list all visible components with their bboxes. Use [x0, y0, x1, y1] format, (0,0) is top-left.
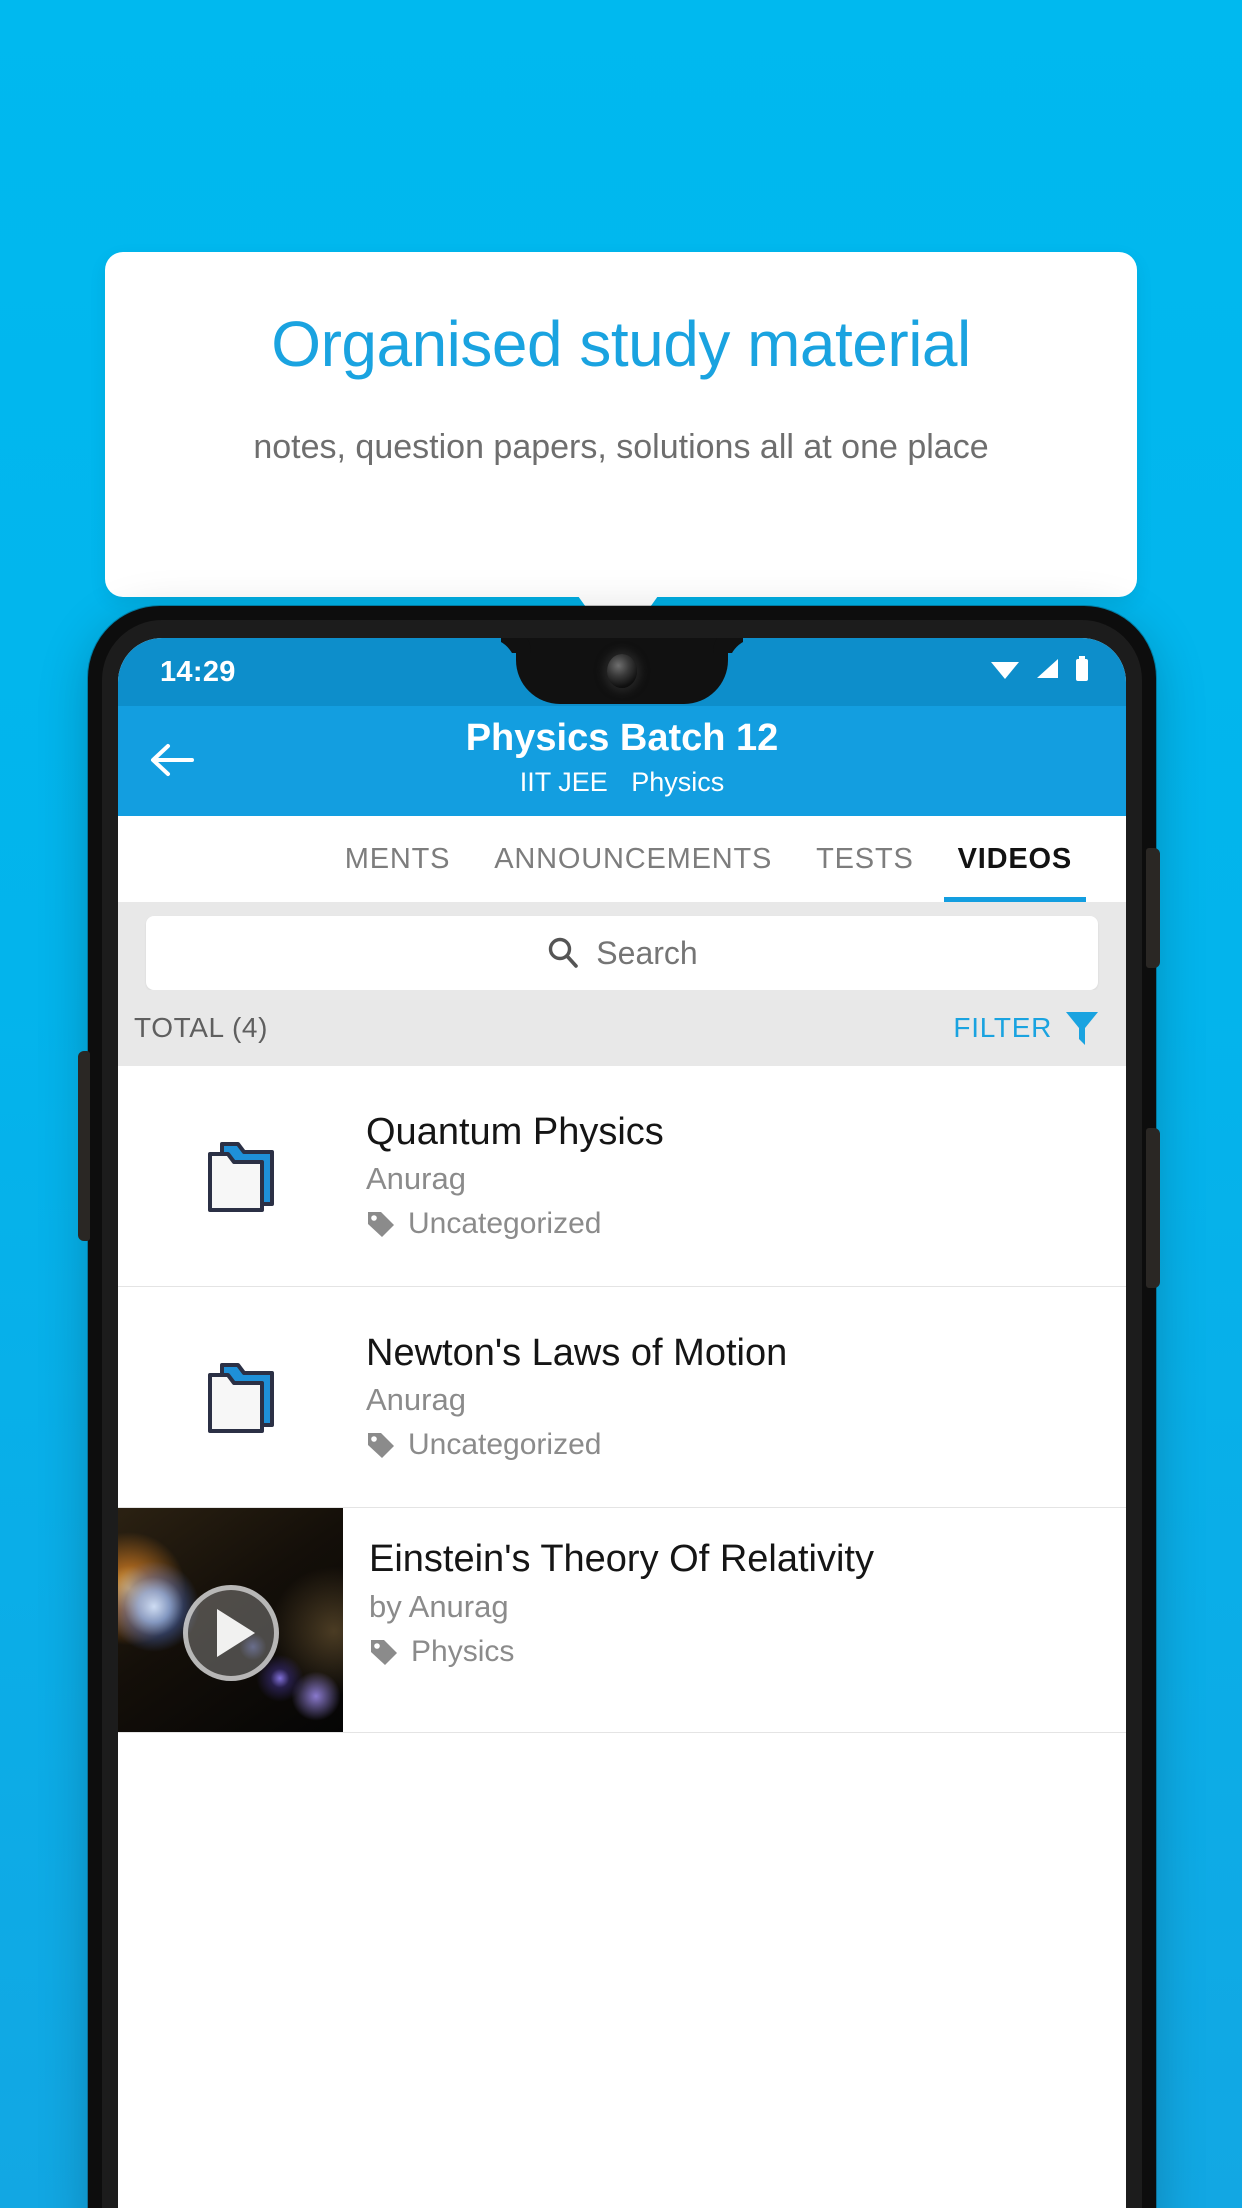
- list-item-text: Quantum Physics Anurag Uncategorized: [366, 1111, 1126, 1242]
- promo-screenshot: Organised study material notes, question…: [0, 0, 1242, 2208]
- tab-bar: MENTS ANNOUNCEMENTS TESTS VIDEOS: [118, 816, 1126, 902]
- page-title: Physics Batch 12: [465, 717, 779, 759]
- list-item[interactable]: Newton's Laws of Motion Anurag Uncategor…: [118, 1287, 1126, 1508]
- list-item[interactable]: Quantum Physics Anurag Uncategorized: [118, 1066, 1126, 1287]
- filter-label: FILTER: [953, 1012, 1052, 1043]
- total-count-label: TOTAL (4): [134, 1012, 269, 1043]
- tab-assignments[interactable]: MENTS: [323, 816, 473, 902]
- list-item-text: Einstein's Theory Of Relativity by Anura…: [343, 1508, 1126, 1732]
- content-list: Quantum Physics Anurag Uncategorized New…: [118, 1066, 1126, 1733]
- list-item-tag-label: Physics: [411, 1634, 515, 1668]
- filter-funnel-icon: [1066, 1012, 1098, 1045]
- list-toolbar: TOTAL (4) FILTER: [118, 990, 1126, 1066]
- battery-icon: [1076, 656, 1088, 681]
- list-item-tag-label: Uncategorized: [408, 1207, 602, 1241]
- front-camera-icon: [607, 654, 637, 688]
- phone-screen: 14:29 Physics Batch 12 IIT JEE Physics M…: [118, 638, 1126, 2208]
- tag-icon: [368, 1212, 394, 1238]
- list-item-title: Quantum Physics: [366, 1110, 664, 1153]
- list-item-tag: Uncategorized: [366, 1207, 1108, 1241]
- list-item-tag: Physics: [369, 1635, 1108, 1669]
- tab-videos[interactable]: VIDEOS: [936, 816, 1094, 902]
- phone-volume-button[interactable]: [1146, 1128, 1160, 1288]
- search-placeholder: Search: [596, 934, 698, 971]
- promo-title: Organised study material: [271, 308, 971, 380]
- phone-notch: [516, 638, 728, 704]
- list-item-text: Newton's Laws of Motion Anurag Uncategor…: [366, 1332, 1126, 1463]
- wifi-icon: [991, 662, 1019, 679]
- list-item-author: by Anurag: [369, 1588, 509, 1624]
- search-icon: [549, 937, 579, 968]
- tab-tests[interactable]: TESTS: [794, 816, 935, 902]
- list-item-tag: Uncategorized: [366, 1428, 1108, 1462]
- status-bar-icons: [990, 656, 1090, 682]
- promo-subtitle: notes, question papers, solutions all at…: [253, 428, 989, 466]
- subtitle-exam: IIT JEE: [519, 767, 608, 797]
- list-item-author: Anurag: [366, 1161, 466, 1197]
- signal-icon: [1037, 659, 1058, 678]
- page-subtitle: IIT JEE Physics: [118, 767, 1126, 798]
- list-item[interactable]: Einstein's Theory Of Relativity by Anura…: [118, 1508, 1126, 1733]
- tag-icon: [371, 1639, 397, 1665]
- promo-callout-card: Organised study material notes, question…: [105, 252, 1137, 597]
- subtitle-subject: Physics: [631, 767, 725, 797]
- tab-announcements[interactable]: ANNOUNCEMENTS: [472, 816, 794, 902]
- status-bar-clock: 14:29: [160, 656, 236, 688]
- phone-left-side-button[interactable]: [78, 1051, 90, 1241]
- app-bar: Physics Batch 12 IIT JEE Physics: [118, 706, 1126, 816]
- status-bar: 14:29: [118, 638, 1126, 706]
- filter-button[interactable]: FILTER: [953, 1008, 1100, 1048]
- list-item-title: Einstein's Theory Of Relativity: [369, 1538, 874, 1580]
- tag-icon: [368, 1433, 394, 1459]
- list-item-title: Newton's Laws of Motion: [366, 1331, 788, 1374]
- search-input[interactable]: Search: [146, 916, 1098, 990]
- video-thumbnail[interactable]: [118, 1508, 343, 1732]
- search-section: Search: [118, 902, 1126, 990]
- folder-icon: [118, 1134, 366, 1218]
- phone-power-button[interactable]: [1146, 848, 1160, 968]
- folder-icon: [118, 1355, 366, 1439]
- list-item-author: Anurag: [366, 1382, 466, 1418]
- list-item-tag-label: Uncategorized: [408, 1428, 602, 1462]
- play-icon[interactable]: [182, 1585, 279, 1682]
